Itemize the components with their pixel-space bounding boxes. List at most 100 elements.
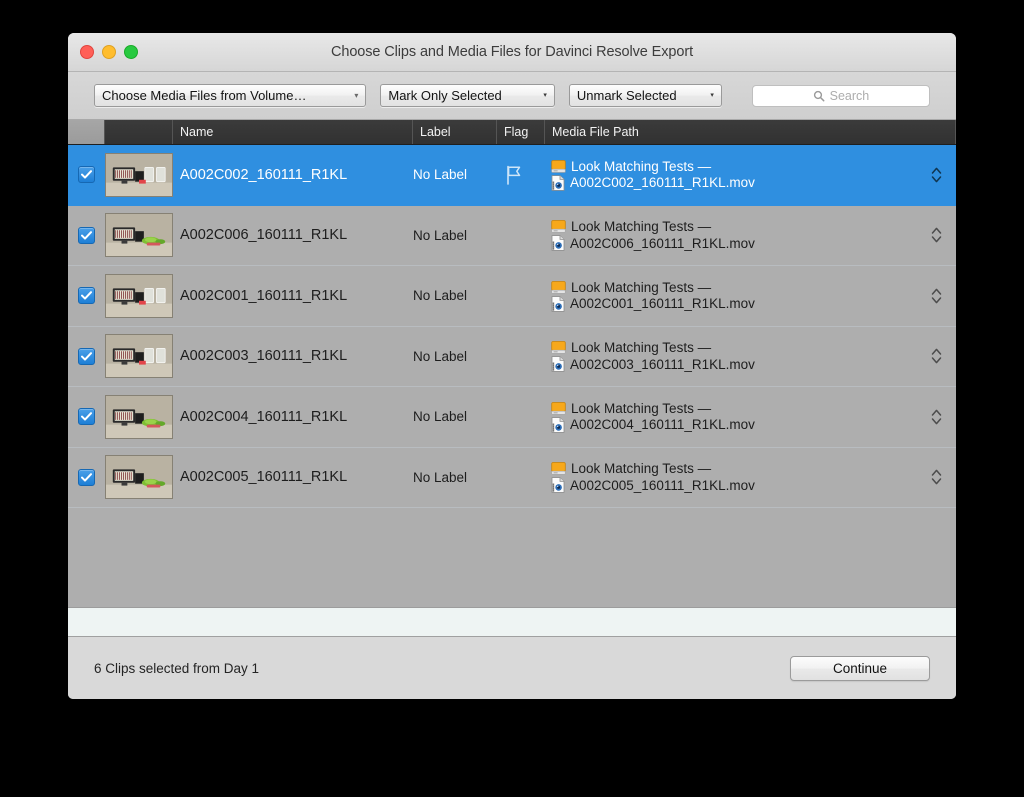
clip-name: A002C001_160111_R1KL xyxy=(180,287,348,304)
list-bottom-strip xyxy=(68,607,956,637)
media-volume-name: Look Matching Tests — xyxy=(571,461,712,477)
title-bar: Choose Clips and Media Files for Davinci… xyxy=(68,33,956,72)
media-volume-line: Look Matching Tests — xyxy=(551,159,916,174)
row-checkbox-cell[interactable] xyxy=(68,166,105,184)
column-header-media-file-path[interactable]: Media File Path xyxy=(545,120,956,144)
table-row[interactable]: A002C004_160111_R1KL No Label Look Match… xyxy=(68,387,956,448)
row-stepper[interactable] xyxy=(916,225,956,245)
hard-drive-icon xyxy=(551,401,566,416)
row-checkbox[interactable] xyxy=(78,226,95,244)
media-file-path-cell: Look Matching Tests — A002C001_160111_R1… xyxy=(545,280,916,312)
row-thumbnail-cell xyxy=(105,334,173,379)
row-checkbox[interactable] xyxy=(78,347,95,365)
up-down-chevron-icon[interactable] xyxy=(930,225,943,245)
up-down-chevron-icon[interactable] xyxy=(930,346,943,366)
column-header-flag[interactable]: Flag xyxy=(497,120,545,144)
close-button[interactable] xyxy=(80,45,94,59)
traffic-light-group xyxy=(80,33,138,71)
media-file-line: A002C005_160111_R1KL.mov xyxy=(551,477,916,494)
clip-name: A002C005_160111_R1KL xyxy=(180,469,348,486)
table-row[interactable]: A002C003_160111_R1KL No Label Look Match… xyxy=(68,326,956,387)
quicktime-movie-icon xyxy=(551,295,565,312)
unmark-selected-label: Unmark Selected xyxy=(576,88,677,103)
table-row[interactable]: A002C002_160111_R1KL No Label Look Match… xyxy=(68,145,956,206)
mark-only-selected-label: Mark Only Selected xyxy=(388,88,502,103)
row-stepper[interactable] xyxy=(916,407,956,427)
row-checkbox-cell[interactable] xyxy=(68,226,105,244)
clip-name: A002C003_160111_R1KL xyxy=(180,348,348,365)
media-file-line: A002C002_160111_R1KL.mov xyxy=(551,174,916,191)
media-volume-line: Look Matching Tests — xyxy=(551,401,916,416)
media-file-name: A002C001_160111_R1KL.mov xyxy=(570,296,755,312)
dialog-window: Choose Clips and Media Files for Davinci… xyxy=(68,33,956,699)
media-file-path-cell: Look Matching Tests — A002C003_160111_R1… xyxy=(545,340,916,373)
clip-list[interactable]: A002C002_160111_R1KL No Label Look Match… xyxy=(68,145,956,607)
media-file-path-cell: Look Matching Tests — A002C002_160111_R1… xyxy=(545,159,916,191)
row-checkbox-cell[interactable] xyxy=(68,287,105,305)
table-row[interactable]: A002C005_160111_R1KL No Label Look Match… xyxy=(68,447,956,508)
up-down-chevron-icon[interactable] xyxy=(930,165,943,185)
row-stepper[interactable] xyxy=(916,346,956,366)
row-checkbox[interactable] xyxy=(78,468,95,486)
row-thumbnail-cell xyxy=(105,394,173,439)
clip-label: No Label xyxy=(413,348,468,364)
media-file-line: A002C006_160111_R1KL.mov xyxy=(551,235,916,252)
row-stepper[interactable] xyxy=(916,165,956,185)
row-thumbnail-cell xyxy=(105,455,173,500)
row-checkbox[interactable] xyxy=(78,287,95,305)
media-volume-line: Look Matching Tests — xyxy=(551,340,916,355)
media-volume-line: Look Matching Tests — xyxy=(551,461,916,476)
hard-drive-icon xyxy=(551,340,566,355)
clip-thumbnail-image xyxy=(105,213,173,258)
column-header-label[interactable]: Label xyxy=(413,120,497,144)
media-volume-name: Look Matching Tests — xyxy=(571,279,712,295)
media-volume-name: Look Matching Tests — xyxy=(571,219,712,235)
minimize-button[interactable] xyxy=(102,45,116,59)
media-file-name: A002C002_160111_R1KL.mov xyxy=(570,175,755,191)
quicktime-movie-icon xyxy=(551,174,565,191)
table-header-row: Name Label Flag Media File Path xyxy=(68,120,956,145)
chevron-down-icon: ▾ xyxy=(354,90,359,100)
row-thumbnail-cell xyxy=(105,152,173,197)
continue-button[interactable]: Continue xyxy=(790,655,930,681)
column-header-checkbox[interactable] xyxy=(68,120,105,144)
quicktime-movie-icon xyxy=(551,356,565,373)
zoom-button[interactable] xyxy=(124,45,138,59)
table-row[interactable]: A002C001_160111_R1KL No Label Look Match… xyxy=(68,266,956,327)
up-down-chevron-icon[interactable] xyxy=(930,286,943,306)
column-header-name[interactable]: Name xyxy=(173,120,413,144)
media-file-name: A002C004_160111_R1KL.mov xyxy=(570,417,755,433)
quicktime-movie-icon xyxy=(551,416,565,433)
search-field[interactable]: Search xyxy=(751,84,930,107)
clip-label: No Label xyxy=(413,469,468,485)
table-row[interactable]: A002C006_160111_R1KL No Label Look Match… xyxy=(68,205,956,266)
up-down-chevron-icon[interactable] xyxy=(930,467,943,487)
row-stepper[interactable] xyxy=(916,467,956,487)
flag-outline-icon[interactable] xyxy=(505,165,522,185)
selection-status-text: 6 Clips selected from Day 1 xyxy=(94,660,260,676)
up-down-chevron-icon[interactable] xyxy=(930,407,943,427)
toolbar: Choose Media Files from Volume… ▾ Mark O… xyxy=(68,72,956,120)
row-checkbox-cell[interactable] xyxy=(68,347,105,365)
media-file-path-cell: Look Matching Tests — A002C004_160111_R1… xyxy=(545,401,916,433)
clip-flag-cell[interactable] xyxy=(497,165,545,185)
row-checkbox-cell[interactable] xyxy=(68,468,105,486)
footer-bar: 6 Clips selected from Day 1 Continue xyxy=(68,637,956,699)
row-stepper[interactable] xyxy=(916,286,956,306)
clip-name: A002C004_160111_R1KL xyxy=(180,408,348,425)
media-file-line: A002C003_160111_R1KL.mov xyxy=(551,356,916,373)
column-header-thumbnail[interactable] xyxy=(105,120,173,144)
row-checkbox-cell[interactable] xyxy=(68,408,105,426)
choose-volume-popup-button[interactable]: Choose Media Files from Volume… ▾ xyxy=(94,84,367,107)
clip-label: No Label xyxy=(413,227,468,243)
media-file-line: A002C001_160111_R1KL.mov xyxy=(551,295,916,312)
media-file-name: A002C003_160111_R1KL.mov xyxy=(570,356,755,372)
clip-name: A002C006_160111_R1KL xyxy=(180,227,348,244)
hard-drive-icon xyxy=(551,280,566,295)
unmark-selected-popup-button[interactable]: Unmark Selected ▾ xyxy=(568,84,722,107)
media-volume-name: Look Matching Tests — xyxy=(571,158,712,174)
row-checkbox[interactable] xyxy=(78,408,95,426)
row-thumbnail-cell xyxy=(105,273,173,318)
mark-only-selected-popup-button[interactable]: Mark Only Selected ▾ xyxy=(380,84,555,107)
row-checkbox[interactable] xyxy=(78,166,95,184)
